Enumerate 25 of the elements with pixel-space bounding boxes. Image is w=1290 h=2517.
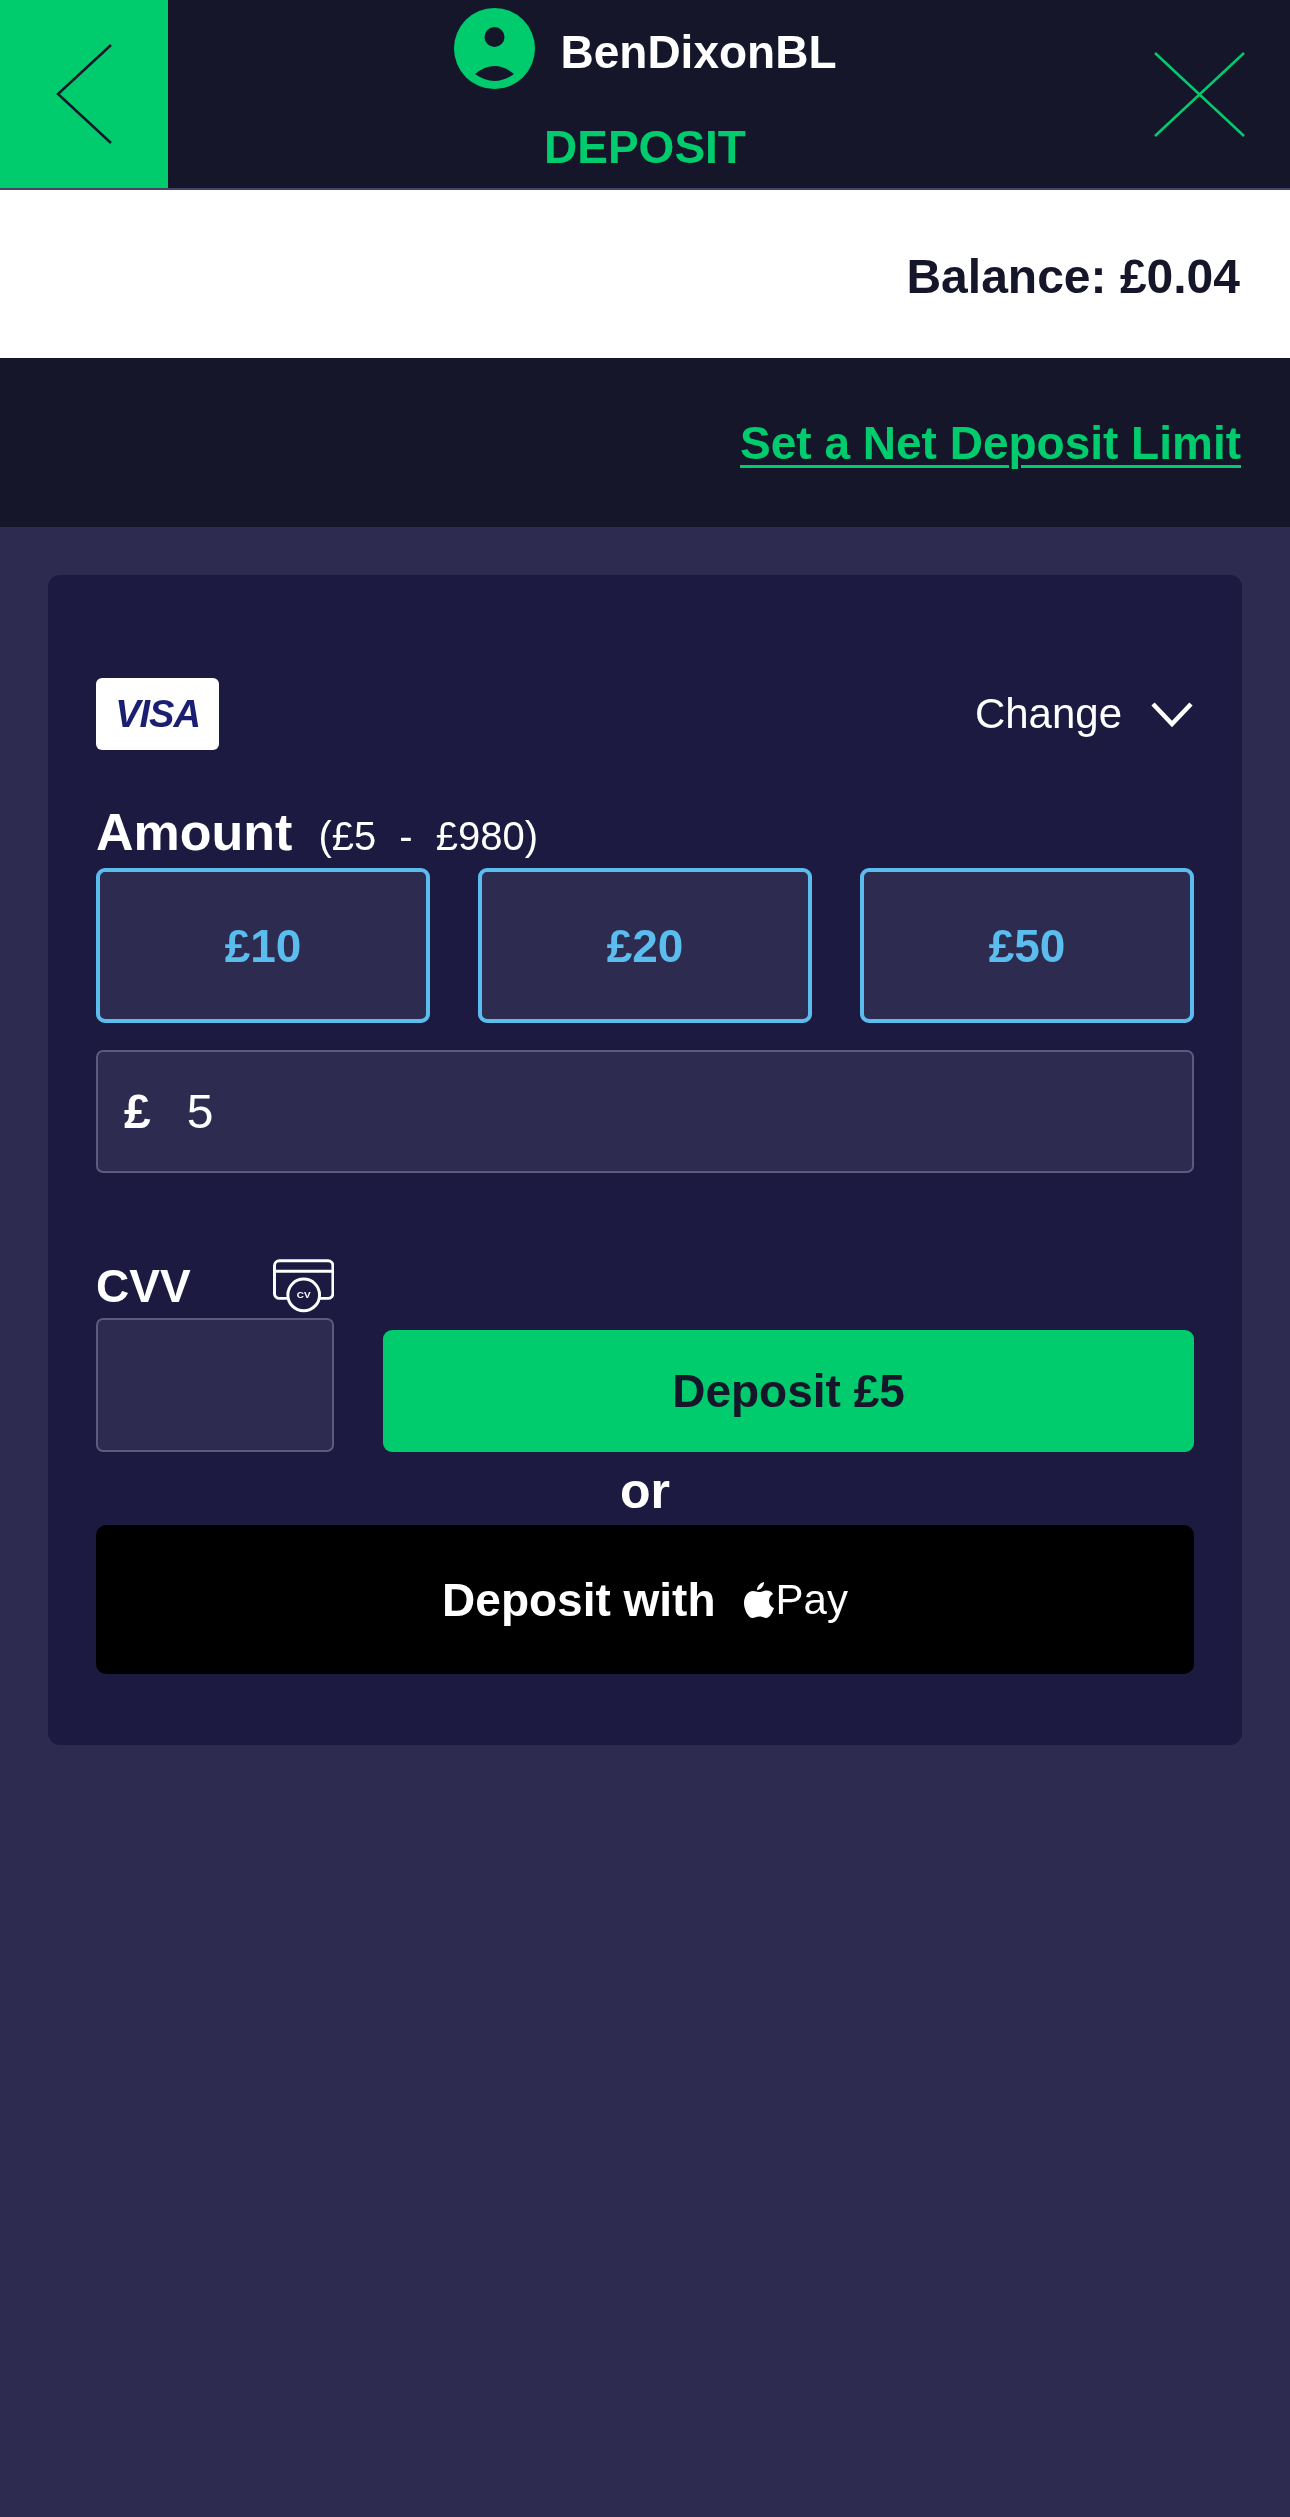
or-text: or: [620, 1464, 670, 1518]
chevron-down-icon: [1150, 700, 1194, 728]
username: BenDixonBL: [560, 24, 837, 77]
amount-range: (£5 - £980): [318, 813, 539, 860]
cvv-field[interactable]: [96, 1318, 334, 1452]
apple-icon: [743, 1581, 774, 1618]
amount-preset-button[interactable]: £50: [860, 868, 1194, 1023]
balance-text: Balance: £0.04: [906, 249, 1240, 305]
apple-pay-button[interactable]: Deposit with Pay: [96, 1525, 1194, 1674]
amount-preset-button[interactable]: £20: [478, 868, 812, 1023]
card-brand-logo: VISA: [96, 678, 219, 750]
cvv-label: CVV: [96, 1261, 191, 1311]
currency-symbol: £: [124, 1087, 151, 1136]
deposit-button[interactable]: Deposit £5: [383, 1330, 1194, 1452]
amount-label: Amount: [96, 804, 293, 860]
page-title: DEPOSIT: [544, 122, 746, 172]
amount-field[interactable]: £ 5: [96, 1050, 1194, 1173]
amount-preset-button[interactable]: £10: [96, 868, 430, 1023]
user-avatar-icon: [453, 8, 535, 89]
change-button[interactable]: Change: [974, 689, 1194, 739]
chevron-left-icon: [56, 44, 112, 144]
amount-input[interactable]: 5: [186, 1083, 1172, 1140]
close-button[interactable]: [1154, 51, 1245, 137]
close-icon: [1154, 51, 1245, 137]
net-deposit-limit-link[interactable]: Set a Net Deposit Limit: [740, 415, 1241, 470]
